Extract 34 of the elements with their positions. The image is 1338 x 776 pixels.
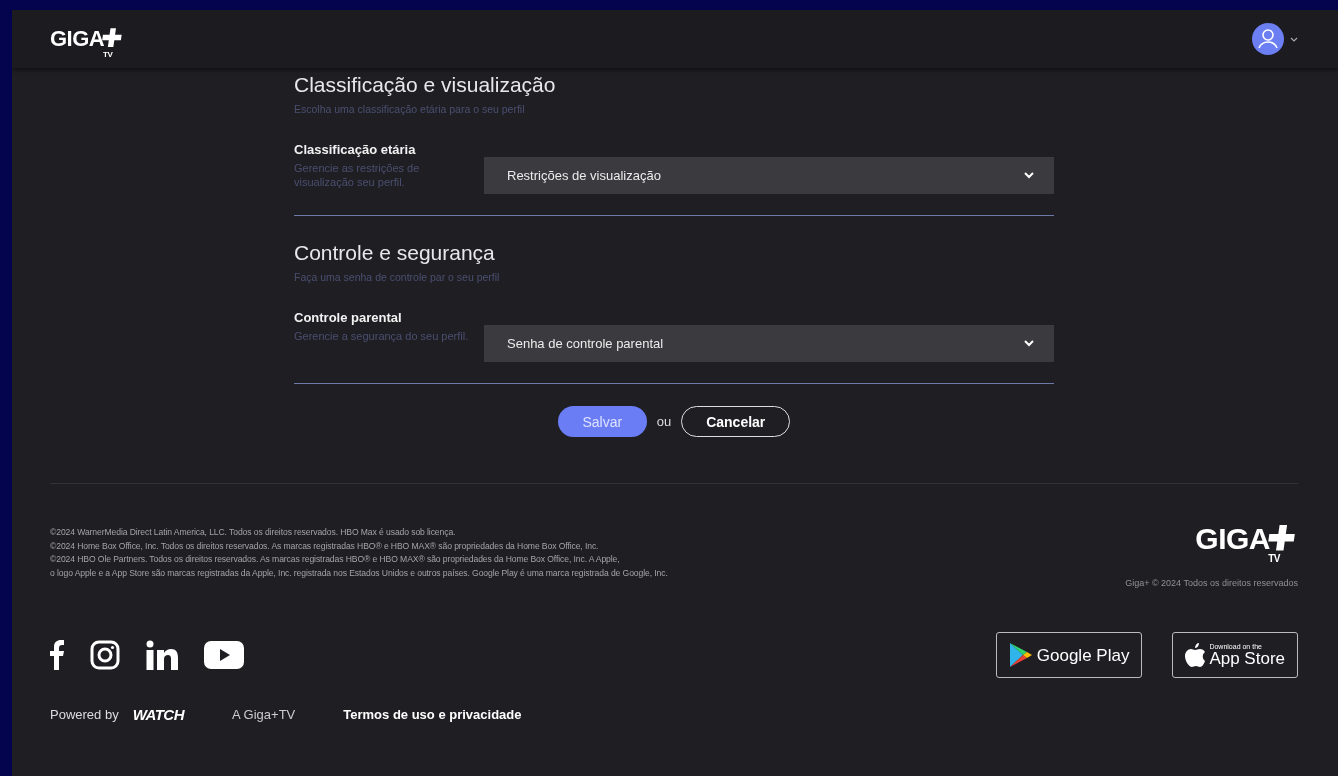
instagram-icon[interactable] bbox=[90, 640, 120, 670]
facebook-icon[interactable] bbox=[50, 640, 64, 670]
section-subtitle: Escolha uma classificação etária para o seu perfil bbox=[294, 103, 526, 115]
footer-link[interactable]: A Giga+TV bbox=[232, 707, 296, 722]
brand-logo-text: WATCH bbox=[132, 706, 185, 723]
footer-link[interactable]: Termos de uso e privacidade bbox=[343, 707, 522, 722]
logo-text: GIGA bbox=[1195, 522, 1270, 555]
powered-by-text: Powered by bbox=[50, 707, 119, 722]
youtube-icon[interactable] bbox=[204, 641, 244, 669]
field-hint: Gerencie a segurança do seu perfil. bbox=[294, 329, 470, 343]
linkedin-icon[interactable] bbox=[146, 640, 178, 670]
section-title: Controle e segurança bbox=[294, 240, 496, 266]
chevron-down-icon bbox=[1024, 340, 1034, 347]
avatar-icon[interactable] bbox=[1252, 23, 1284, 55]
or-text: ou bbox=[656, 414, 672, 429]
plus-icon bbox=[1268, 522, 1298, 552]
logo-subtext: TV bbox=[103, 50, 113, 59]
copyright-text: Giga+ © 2024 Todos os direitos reservados bbox=[1125, 578, 1298, 588]
apple-icon bbox=[1185, 643, 1206, 667]
play-triangle-icon bbox=[1008, 642, 1033, 668]
logo-subtext: TV bbox=[1268, 553, 1280, 564]
section-subtitle: Faça uma senha de controle par o seu perfil bbox=[294, 271, 501, 283]
field-label: Controle parental bbox=[294, 310, 403, 325]
section-title: Classificação e visualização bbox=[294, 72, 557, 98]
field-hint: Gerencie as restrições de visualização seu perfil. bbox=[294, 161, 421, 189]
legal-text: ©2024 WarnerMedia Direct Latin America, LLC. Todos os direitos reservados. HBO Max é usado sob licença. ©2024 Home Box Office, Inc. Todos os direitos reservados. As marcas registradas HBO® e HBO MAX® são propriedades da Home Box Office, Inc. ©2024 HBO Ole Partners. Todos os direitos reservados. As marcas registradas HBO® e HBO MAX® são propriedades da Home Box Office, Inc. A Apple, o logo Apple e a App Store são marcas registradas da Apple, Inc. registrada nos Estados Unidos e outros países. Google Play é uma marca registrada de Google, Inc. bbox=[50, 526, 668, 580]
store-badge[interactable]: Google Play bbox=[995, 632, 1143, 678]
plus-icon bbox=[102, 26, 125, 48]
select-dropdown[interactable]: Senha de controle parental bbox=[484, 325, 1054, 362]
chevron-down-icon bbox=[1024, 172, 1034, 179]
select-dropdown[interactable]: Restrições de visualização bbox=[484, 157, 1054, 194]
logo-text: GIGA bbox=[50, 26, 105, 52]
field-label: Classificação etária bbox=[294, 142, 417, 157]
chevron-down-icon[interactable] bbox=[1290, 36, 1298, 42]
